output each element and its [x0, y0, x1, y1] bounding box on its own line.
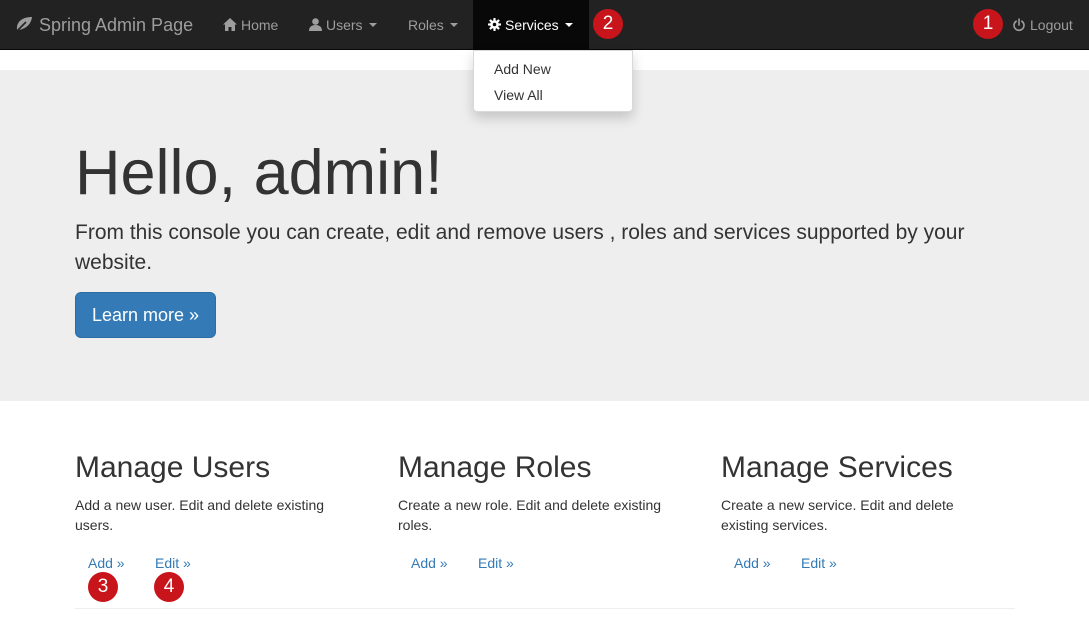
nav-roles-label: Roles — [408, 16, 444, 33]
step-badge-2: 2 — [593, 9, 623, 39]
chevron-down-icon — [449, 22, 458, 27]
leaf-icon — [14, 17, 32, 34]
nav-users-label: Users — [326, 16, 363, 33]
edit-service-link[interactable]: Edit » — [801, 555, 837, 571]
nav-services-label: Services — [505, 16, 559, 33]
power-icon — [1012, 17, 1026, 32]
divider — [75, 608, 1015, 609]
menu-item-add-new[interactable]: Add New — [474, 56, 632, 82]
edit-role-link[interactable]: Edit » — [478, 555, 514, 571]
nav-home[interactable]: Home — [208, 0, 293, 49]
section-title: Manage Users — [75, 451, 271, 484]
section-text: Create a new role. Edit and delete exist… — [398, 497, 662, 533]
nav-users-dropdown[interactable]: Users — [294, 0, 392, 49]
add-user-link[interactable]: Add » — [88, 555, 125, 571]
nav-services-dropdown[interactable]: Services — [473, 0, 589, 49]
section-links: Add » Edit » — [721, 555, 1021, 575]
top-navbar: Spring Admin Page Home Users Roles Servi… — [0, 0, 1089, 50]
section-text: Create a new service. Edit and delete ex… — [721, 497, 954, 533]
manage-services-section: Manage Services Create a new service. Ed… — [721, 450, 1021, 575]
hero-title: Hello, admin! — [75, 138, 443, 208]
hero-text: From this console you can create, edit a… — [75, 221, 965, 274]
manage-users-section: Manage Users Add a new user. Edit and de… — [75, 450, 375, 575]
gear-icon — [488, 18, 501, 31]
add-role-link[interactable]: Add » — [411, 555, 448, 571]
learn-more-button[interactable]: Learn more » — [75, 292, 216, 338]
section-title: Manage Services — [721, 451, 953, 484]
brand-link[interactable]: Spring Admin Page — [14, 0, 193, 50]
chevron-down-icon — [368, 22, 377, 27]
section-links: Add » Edit » — [75, 555, 375, 575]
section-links: Add » Edit » — [398, 555, 698, 575]
add-service-link[interactable]: Add » — [734, 555, 771, 571]
menu-item-view-all[interactable]: View All — [474, 82, 632, 108]
user-icon — [309, 18, 322, 31]
home-icon — [223, 18, 237, 31]
brand-text: Spring Admin Page — [39, 14, 194, 35]
edit-user-link[interactable]: Edit » — [155, 555, 191, 571]
section-text: Add a new user. Edit and delete existing… — [75, 497, 325, 533]
step-badge-4: 4 — [154, 572, 184, 602]
section-title: Manage Roles — [398, 451, 592, 484]
logout-link[interactable]: Logout — [997, 0, 1088, 49]
nav-home-label: Home — [241, 16, 279, 33]
step-badge-1: 1 — [973, 9, 1003, 39]
manage-roles-section: Manage Roles Create a new role. Edit and… — [398, 450, 698, 575]
step-badge-3: 3 — [88, 572, 118, 602]
logout-label: Logout — [1030, 16, 1073, 33]
nav-roles-dropdown[interactable]: Roles — [393, 0, 473, 49]
chevron-down-icon — [564, 22, 573, 27]
services-dropdown-menu: Add New View All — [473, 50, 633, 112]
